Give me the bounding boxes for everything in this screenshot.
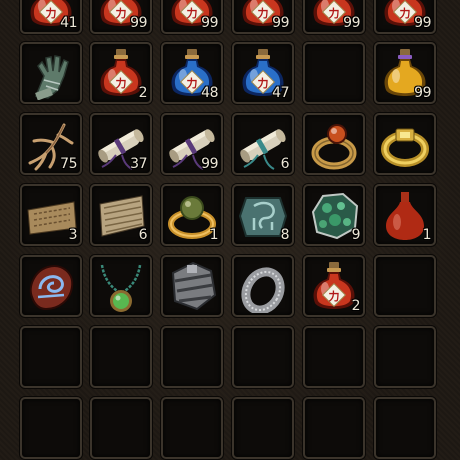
- item-count: 8: [280, 227, 290, 243]
- inventory-slot[interactable]: [20, 255, 82, 317]
- inventory-slot[interactable]: 1: [161, 184, 223, 246]
- inventory-slot[interactable]: [374, 113, 436, 175]
- item-count: 47: [272, 85, 289, 101]
- inventory-slot[interactable]: 99: [161, 113, 223, 175]
- svg-text:力: 力: [329, 289, 340, 303]
- item-count: 2: [351, 298, 361, 314]
- inventory-slot[interactable]: 力 99: [374, 0, 436, 34]
- inventory-slot-empty[interactable]: [374, 255, 436, 317]
- svg-text:力: 力: [46, 6, 57, 20]
- inventory-slot[interactable]: 1: [374, 184, 436, 246]
- inventory-slot-empty[interactable]: [161, 326, 223, 388]
- inventory-slot[interactable]: 8: [232, 184, 294, 246]
- item-count: 99: [272, 15, 289, 31]
- item-count: 3: [68, 227, 78, 243]
- inventory-slot-empty[interactable]: [90, 326, 152, 388]
- inventory-slot[interactable]: 力2: [90, 42, 152, 104]
- item-count: 99: [414, 15, 431, 31]
- inventory-slot-empty[interactable]: [20, 326, 82, 388]
- inventory-slot-empty[interactable]: [374, 397, 436, 459]
- ruby-ring-icon: [311, 124, 357, 170]
- inventory-slot-empty[interactable]: [90, 397, 152, 459]
- inventory-slot[interactable]: 力 48: [161, 42, 223, 104]
- inventory-slot-empty[interactable]: [161, 397, 223, 459]
- inventory-slot[interactable]: 力 47: [232, 42, 294, 104]
- svg-text:力: 力: [400, 6, 411, 20]
- inventory-grid: 力 41 力 99 力 99 力 99 力 99 力 99 力 2 力 48 力…: [0, 0, 460, 460]
- item-count: 6: [138, 227, 148, 243]
- item-count: 1: [209, 227, 219, 243]
- item-count: 41: [60, 15, 77, 31]
- inventory-slot[interactable]: 力 41: [20, 0, 82, 34]
- item-count: 48: [201, 85, 218, 101]
- inventory-slot[interactable]: [161, 255, 223, 317]
- inventory-slot-empty[interactable]: [303, 397, 365, 459]
- inventory-slot-empty[interactable]: [374, 326, 436, 388]
- inventory-slot-empty[interactable]: [232, 326, 294, 388]
- inventory-slot-empty[interactable]: [20, 397, 82, 459]
- inventory-slot[interactable]: 3: [20, 184, 82, 246]
- inventory-slot[interactable]: [232, 255, 294, 317]
- inventory-slot[interactable]: [20, 42, 82, 104]
- inventory-slot[interactable]: 37: [90, 113, 152, 175]
- silver-ring-icon: [241, 267, 285, 313]
- inventory-slot[interactable]: 6: [232, 113, 294, 175]
- inventory-slot[interactable]: 6: [90, 184, 152, 246]
- svg-text:力: 力: [187, 6, 198, 20]
- item-count: 1: [422, 227, 432, 243]
- rune-stone-icon: [29, 265, 74, 311]
- inventory-slot[interactable]: 力 99: [161, 0, 223, 34]
- inventory-slot[interactable]: [303, 113, 365, 175]
- inventory-slot-empty[interactable]: [303, 42, 365, 104]
- inventory-slot[interactable]: 9: [303, 184, 365, 246]
- inventory-slot[interactable]: 99: [374, 42, 436, 104]
- inventory-slot-empty[interactable]: [232, 397, 294, 459]
- svg-text:力: 力: [116, 76, 127, 90]
- inventory-slot[interactable]: 75: [20, 113, 82, 175]
- svg-text:力: 力: [187, 76, 198, 90]
- svg-text:力: 力: [116, 6, 127, 20]
- inventory-slot-empty[interactable]: [303, 326, 365, 388]
- item-count: 99: [130, 15, 147, 31]
- inventory-slot[interactable]: [90, 255, 152, 317]
- item-count: 99: [201, 15, 218, 31]
- item-count: 99: [414, 85, 431, 101]
- svg-text:力: 力: [258, 76, 269, 90]
- green-amulet-icon: [100, 264, 142, 312]
- inventory-slot[interactable]: 力 99: [232, 0, 294, 34]
- svg-text:力: 力: [258, 6, 269, 20]
- inventory-slot[interactable]: 力 99: [90, 0, 152, 34]
- iron-bracer-icon: [171, 261, 217, 311]
- inventory-slot[interactable]: 力2: [303, 255, 365, 317]
- item-count: 6: [280, 156, 290, 172]
- item-count: 37: [130, 156, 147, 172]
- gold-ring-icon: [381, 128, 429, 167]
- item-count: 99: [201, 156, 218, 172]
- item-count: 2: [138, 85, 148, 101]
- inventory-slot[interactable]: 力 99: [303, 0, 365, 34]
- item-count: 9: [351, 227, 361, 243]
- item-count: 99: [343, 15, 360, 31]
- item-count: 75: [60, 156, 77, 172]
- svg-text:力: 力: [329, 6, 340, 20]
- gauntlet-icon: [34, 55, 69, 100]
